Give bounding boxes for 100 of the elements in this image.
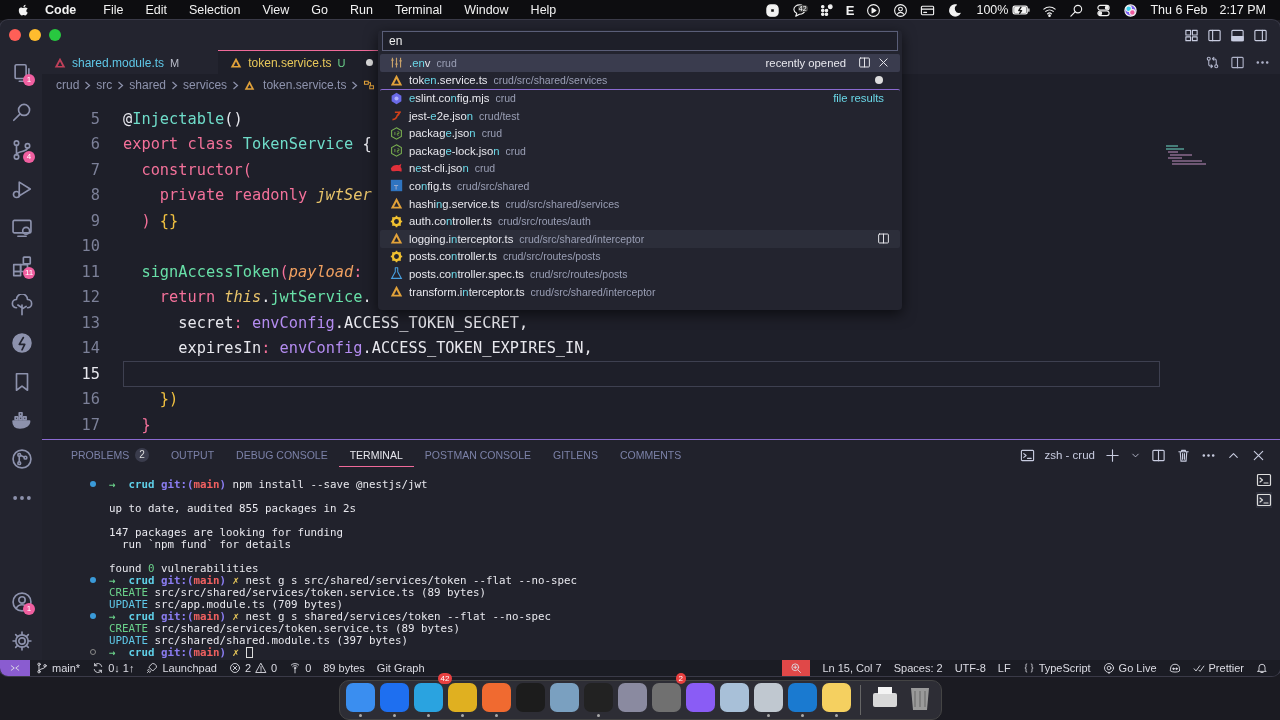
quick-open-item[interactable]: config.ts crud/src/shared (380, 177, 900, 195)
menu-item[interactable]: File (92, 3, 135, 17)
record-icon[interactable] (764, 2, 780, 18)
new-terminal-icon[interactable] (1105, 447, 1120, 463)
terminal-name[interactable]: zsh - crud (1044, 449, 1095, 461)
terminal-icon[interactable] (1256, 472, 1272, 488)
panel-tab[interactable]: GITLENS (542, 443, 609, 467)
panel-tab[interactable]: TERMINAL (338, 443, 414, 467)
dock-app-icon[interactable] (821, 683, 851, 712)
zoom-window-button[interactable] (49, 29, 61, 41)
broadcast-icon[interactable] (289, 662, 302, 674)
play-icon[interactable] (866, 2, 882, 18)
input-source-icon[interactable]: E (845, 2, 855, 18)
panel-tab[interactable]: POSTMAN CONSOLE (413, 443, 542, 467)
dock-app-icon[interactable] (549, 683, 579, 712)
rocket-icon[interactable] (146, 662, 159, 674)
menu-item[interactable]: Window (453, 3, 520, 17)
menubar-time[interactable]: 2:17 PM (1219, 3, 1266, 17)
menu-item[interactable]: Edit (134, 3, 178, 17)
broadcast-icon[interactable] (1102, 662, 1115, 674)
quick-open-item[interactable]: eslint.config.mjs crud file results (380, 89, 900, 107)
search-icon[interactable] (1069, 2, 1085, 18)
error-count[interactable]: 2 (244, 662, 251, 674)
app-menu[interactable]: Code (31, 3, 93, 17)
menu-item[interactable]: Help (519, 3, 568, 17)
breadcrumb-item[interactable]: src (96, 78, 113, 92)
apple-logo-icon[interactable] (16, 2, 31, 18)
dots-icon[interactable] (818, 2, 834, 18)
breadcrumb-item[interactable]: services (183, 78, 228, 92)
menubar-date[interactable]: Thu 6 Feb (1150, 3, 1208, 17)
menu-item[interactable]: Run (338, 3, 384, 17)
status-item[interactable]: 0 (305, 662, 312, 674)
warning-icon[interactable] (255, 662, 267, 674)
command-status-dot[interactable] (90, 577, 96, 583)
remote-button[interactable] (0, 660, 30, 676)
dock-app-icon[interactable] (481, 683, 511, 712)
quick-open-item[interactable]: hashing.service.ts crud/src/shared/services (380, 194, 900, 213)
close-window-button[interactable] (9, 29, 21, 41)
status-item[interactable]: LF (997, 662, 1011, 674)
zoom-button[interactable] (782, 660, 811, 676)
panel-tab[interactable]: DEBUG CONSOLE (225, 443, 339, 467)
branch-icon[interactable] (36, 662, 48, 674)
moon-icon[interactable] (947, 2, 963, 18)
control-center-icon[interactable] (1096, 2, 1112, 18)
breadcrumb-item[interactable]: crud (56, 78, 80, 92)
panel-tab[interactable]: COMMENTS (608, 443, 693, 467)
quick-open-item[interactable]: auth.controller.ts crud/src/routes/auth (380, 212, 900, 230)
quick-open-item[interactable]: package-lock.json crud (380, 141, 900, 160)
quick-open-item[interactable]: .env crud recently opened (380, 54, 900, 72)
quick-open-item[interactable]: posts.controller.spec.ts crud/src/routes/posts (380, 265, 900, 283)
dock-app-icon[interactable] (345, 683, 375, 712)
menu-item[interactable]: Selection (177, 3, 252, 17)
compare-changes-icon[interactable] (1205, 54, 1220, 70)
remove-icon[interactable] (877, 56, 890, 70)
quick-open-item[interactable]: posts.controller.ts crud/src/routes/posts (380, 247, 900, 266)
orb-icon[interactable] (1123, 2, 1139, 18)
breadcrumb-item[interactable]: shared (129, 78, 167, 92)
panel-tab[interactable]: OUTPUT (159, 443, 226, 467)
status-item[interactable]: UTF-8 (954, 662, 986, 674)
settings-icon[interactable] (11, 629, 33, 652)
quick-open-item[interactable]: nest-cli.json crud (380, 159, 900, 178)
copilot-icon[interactable] (1168, 662, 1181, 674)
quick-open-item[interactable]: token.service.ts crud/src/shared/services (380, 71, 900, 90)
quick-open-item[interactable]: jest-e2e.json crud/test (380, 106, 900, 125)
branch-icon[interactable] (11, 139, 33, 162)
tree-icon[interactable] (11, 293, 33, 316)
graph-circle-icon[interactable] (11, 448, 33, 471)
files-icon[interactable] (11, 62, 33, 85)
status-item[interactable]: Git Graph (376, 662, 425, 674)
dock-app-icon[interactable] (413, 683, 443, 712)
customize-layout-icon[interactable] (1184, 27, 1199, 43)
split-terminal-icon[interactable] (1151, 447, 1166, 463)
command-status-dot[interactable] (90, 481, 96, 487)
terminal-icon[interactable] (1256, 492, 1272, 508)
status-item[interactable]: Spaces: 2 (893, 662, 943, 674)
run-debug-icon[interactable] (11, 178, 33, 201)
trash-icon[interactable] (1176, 447, 1191, 463)
status-item[interactable]: 89 bytes (323, 662, 365, 674)
braces-icon[interactable] (1022, 662, 1035, 674)
bolt-circle-icon[interactable] (11, 332, 33, 355)
sync-icon[interactable] (92, 662, 105, 674)
dock-app-icon[interactable] (447, 683, 477, 712)
bell-icon[interactable] (1256, 662, 1268, 674)
dock-app-icon[interactable] (617, 683, 647, 712)
status-item[interactable]: Ln 15, Col 7 (822, 662, 882, 674)
symbol-icon[interactable] (363, 79, 376, 91)
command-status-dot[interactable] (90, 613, 96, 619)
status-item[interactable]: Launchpad (162, 662, 217, 674)
menu-item[interactable]: Go (300, 3, 339, 17)
extensions-icon[interactable] (11, 255, 33, 278)
quick-open-search-field[interactable]: en (382, 31, 898, 51)
status-item[interactable]: 0↓ 1↑ (108, 662, 135, 674)
menu-item[interactable]: View (251, 3, 301, 17)
minimize-window-button[interactable] (29, 29, 41, 41)
error-icon[interactable] (228, 662, 241, 674)
double-check-icon[interactable] (1192, 662, 1205, 674)
toggle-secondary-sidebar-icon[interactable] (1253, 27, 1268, 43)
dock-app-icon[interactable] (753, 683, 783, 712)
warning-count[interactable]: 0 (271, 662, 278, 674)
menu-item[interactable]: Terminal (383, 3, 454, 17)
